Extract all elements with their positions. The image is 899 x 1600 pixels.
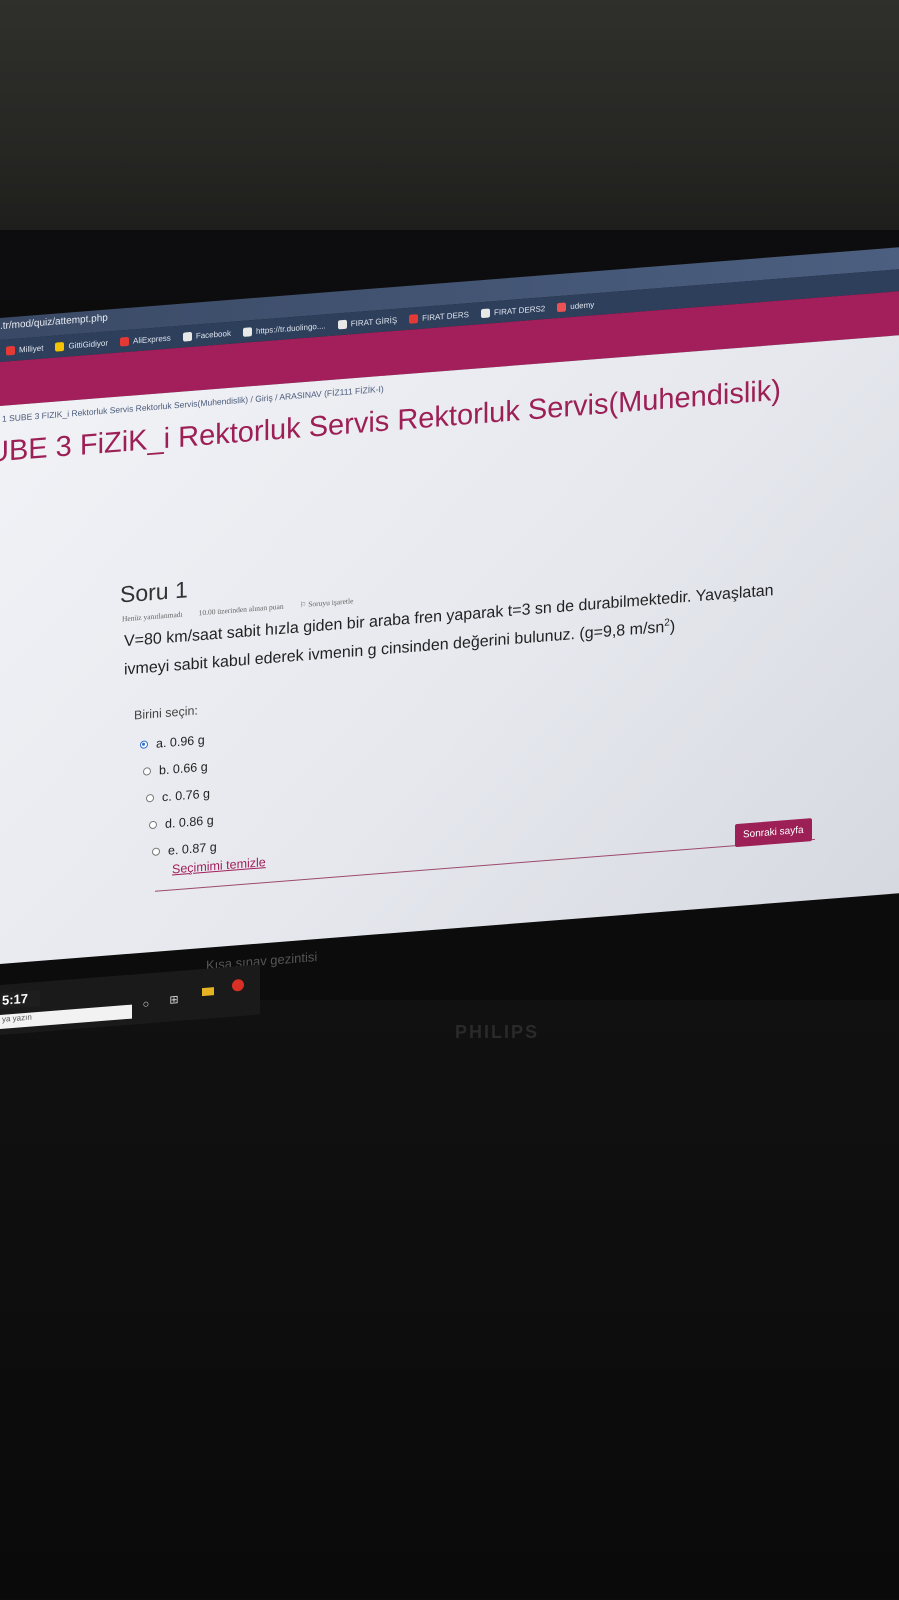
bookmark-label: FIRAT DERS (422, 309, 469, 323)
file-explorer-icon[interactable] (202, 987, 214, 997)
breadcrumb-separator: / (275, 392, 278, 403)
radio-button[interactable] (152, 846, 160, 856)
answer-option-label[interactable]: d. 0.86 g (165, 813, 214, 831)
bookmark-label: udemy (570, 299, 595, 311)
answer-prompt: Birini seçin: (134, 703, 198, 723)
question-number: Soru 1 (120, 576, 188, 608)
next-page-button[interactable]: Sonraki sayfa (735, 818, 812, 848)
answer-option-label[interactable]: c. 0.76 g (162, 786, 210, 804)
breadcrumb-section[interactable]: Giriş (255, 393, 272, 404)
cortana-icon[interactable]: ○ (140, 998, 152, 1011)
bookmark-label: FIRAT DERS2 (493, 303, 546, 317)
quiz-page: 1 SUBE 3 FIZIK_i Rektorluk Servis Rektor… (0, 335, 899, 973)
radio-button[interactable] (143, 766, 151, 776)
radio-button[interactable] (149, 820, 157, 829)
firat-icon (409, 313, 419, 324)
bookmark-item[interactable]: GittiGidiyor (55, 337, 109, 352)
radio-button[interactable] (140, 739, 148, 749)
page-icon (182, 331, 192, 342)
bookmark-label: Facebook (195, 328, 231, 341)
taskbar-clock: 5:17 (0, 989, 40, 1009)
answer-option-label[interactable]: b. 0.66 g (159, 759, 208, 777)
bookmark-item[interactable]: FIRAT DERS (409, 310, 469, 324)
question-points: 10.00 üzerinden alınan puan (198, 601, 284, 618)
breadcrumb-quiz[interactable]: ARASINAV (FİZ111 FİZİK-I) (279, 384, 383, 402)
screen: .tr/mod/quiz/attempt.php Milliyet GittiGi… (0, 0, 899, 1599)
bookmark-item[interactable]: FIRAT GİRİŞ (337, 315, 398, 329)
bookmark-item[interactable]: Milliyet (6, 343, 44, 356)
question-text: V=80 km/saat sabit hızla giden bir araba… (124, 582, 774, 679)
bookmark-item[interactable]: https://tr.duolingo.... (242, 320, 326, 337)
bookmark-item[interactable]: FIRAT DERS2 (480, 303, 546, 318)
bookmark-item[interactable]: Facebook (182, 328, 231, 342)
udemy-icon (557, 301, 567, 312)
bookmark-label: https://tr.duolingo.... (255, 320, 326, 336)
page-icon (337, 319, 347, 329)
bookmark-item[interactable]: udemy (557, 300, 594, 312)
url-text[interactable]: .tr/mod/quiz/attempt.php (0, 313, 108, 332)
radio-button[interactable] (146, 793, 154, 803)
answer-option-label[interactable]: e. 0.87 g (168, 839, 217, 857)
bookmark-item[interactable]: AliExpress (120, 333, 171, 347)
grid-icon (242, 326, 252, 337)
task-view-icon[interactable]: ⊞ (168, 994, 180, 1007)
bookmark-label: AliExpress (133, 333, 171, 346)
bookmark-label: FIRAT GİRİŞ (350, 315, 398, 328)
bookmark-label: Milliyet (19, 343, 44, 355)
gittigidiyor-icon (55, 341, 65, 352)
flag-icon: ⚐ (299, 599, 309, 610)
answer-option-label[interactable]: a. 0.96 g (156, 732, 205, 750)
bookmark-label: GittiGidiyor (68, 337, 109, 351)
milliyet-icon (6, 345, 15, 356)
answer-options: a. 0.96 g b. 0.66 g c. 0.76 g d. 0.86 g e. 0… (140, 725, 217, 866)
aliexpress-icon (120, 336, 130, 347)
flag-question-link[interactable]: ⚐ Soruyu işaretle (300, 596, 354, 609)
page-icon (480, 307, 490, 318)
question-status: Henüz yanıtlanmadı (122, 609, 183, 624)
breadcrumb-separator: / (250, 394, 253, 405)
